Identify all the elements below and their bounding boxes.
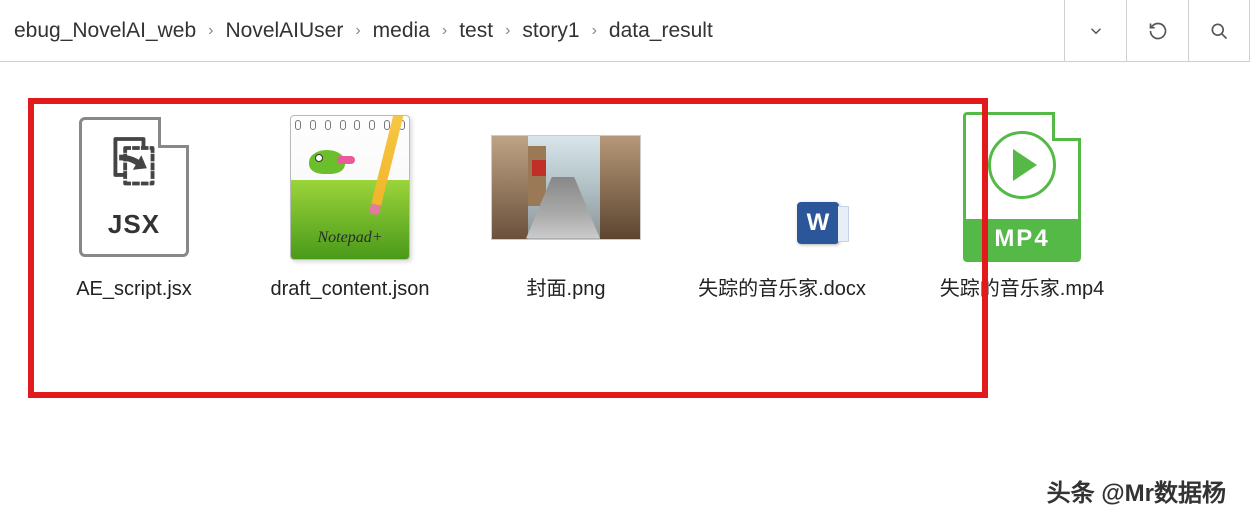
- file-item-png[interactable]: 封面.png: [476, 112, 656, 303]
- word-badge-label: W: [797, 202, 839, 244]
- file-label: 失踪的音乐家.mp4: [940, 276, 1104, 303]
- breadcrumb-item[interactable]: story1: [516, 19, 585, 43]
- breadcrumb-item[interactable]: ebug_NovelAI_web: [8, 19, 202, 43]
- notepad-file-icon: Notepad+: [275, 112, 425, 262]
- notepad-script-label: Notepad+: [291, 229, 409, 247]
- mp4-badge-label: MP4: [966, 219, 1078, 259]
- jsx-badge-label: JSX: [108, 209, 160, 240]
- search-button[interactable]: [1188, 0, 1250, 61]
- chevron-right-icon: ›: [202, 22, 219, 40]
- file-item-jsx[interactable]: ⎘ JSX AE_script.jsx: [44, 112, 224, 303]
- jsx-file-icon: ⎘ JSX: [59, 112, 209, 262]
- play-icon: [988, 131, 1056, 199]
- breadcrumb[interactable]: ebug_NovelAI_web › NovelAIUser › media ›…: [8, 0, 1064, 61]
- chevron-right-icon: ›: [436, 22, 453, 40]
- chevron-right-icon: ›: [586, 22, 603, 40]
- file-label: AE_script.jsx: [76, 276, 192, 303]
- file-label: 封面.png: [527, 276, 606, 303]
- refresh-icon: [1148, 21, 1168, 41]
- file-label: 失踪的音乐家.docx: [698, 276, 866, 303]
- breadcrumb-item[interactable]: media: [367, 19, 436, 43]
- breadcrumb-item[interactable]: NovelAIUser: [219, 19, 349, 43]
- watermark-text: 头条 @Mr数据杨: [1047, 473, 1226, 508]
- chevron-right-icon: ›: [349, 22, 366, 40]
- file-item-json[interactable]: Notepad+ draft_content.json: [260, 112, 440, 303]
- file-grid: ⎘ JSX AE_script.jsx Notepad+ draft_conte…: [24, 92, 892, 313]
- breadcrumb-item[interactable]: data_result: [603, 19, 719, 43]
- history-dropdown-button[interactable]: [1064, 0, 1126, 61]
- file-item-mp4[interactable]: MP4 失踪的音乐家.mp4: [932, 112, 1112, 303]
- refresh-button[interactable]: [1126, 0, 1188, 61]
- file-area: ⎘ JSX AE_script.jsx Notepad+ draft_conte…: [0, 62, 1250, 343]
- breadcrumb-item[interactable]: test: [453, 19, 499, 43]
- file-label: draft_content.json: [271, 276, 430, 303]
- address-toolbar: ebug_NovelAI_web › NovelAIUser › media ›…: [0, 0, 1250, 62]
- file-item-docx[interactable]: W 失踪的音乐家.docx: [692, 112, 872, 303]
- search-icon: [1209, 21, 1229, 41]
- mp4-file-icon: MP4: [947, 112, 1097, 262]
- word-file-icon: W: [707, 112, 857, 262]
- chevron-down-icon: [1087, 22, 1105, 40]
- chevron-right-icon: ›: [499, 22, 516, 40]
- image-thumbnail-icon: [491, 112, 641, 262]
